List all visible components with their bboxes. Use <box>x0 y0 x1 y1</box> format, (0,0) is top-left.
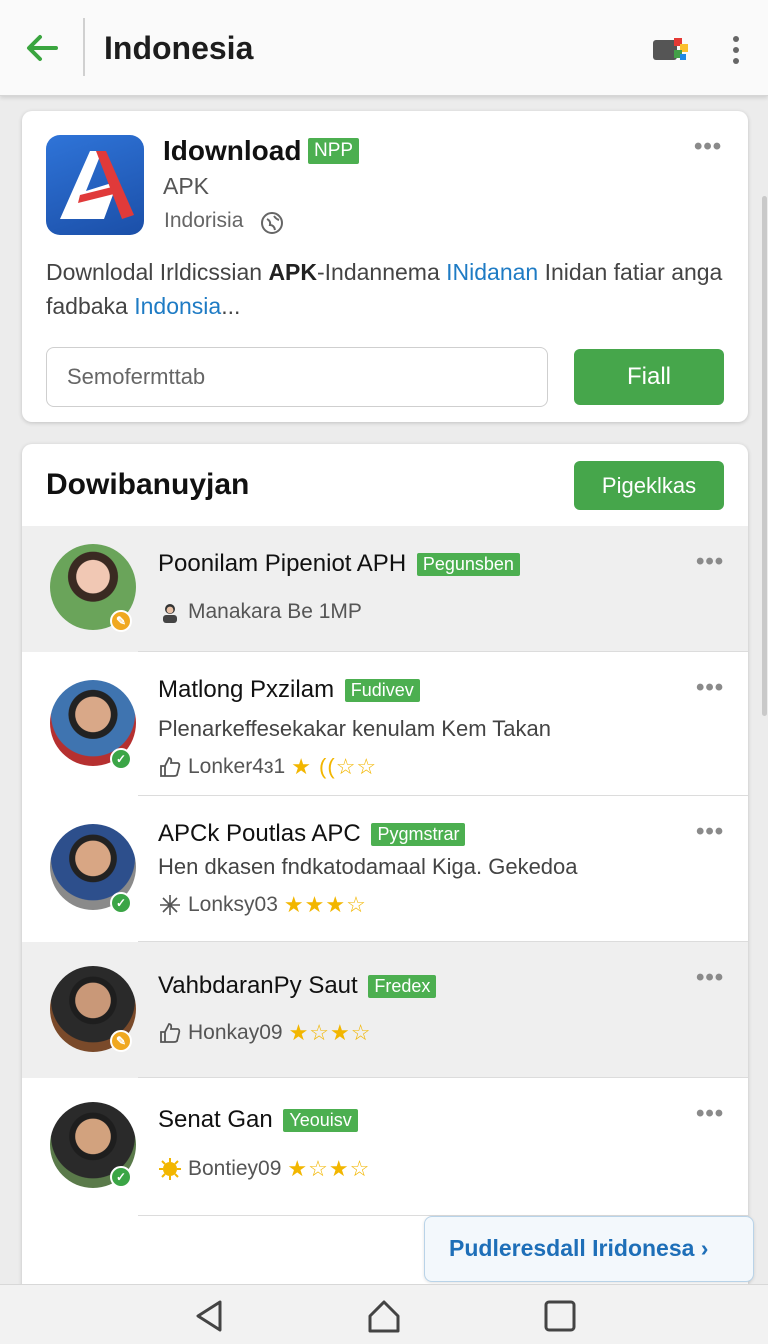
back-arrow-icon[interactable] <box>22 28 62 68</box>
rating-stars: ★★★☆ <box>283 892 367 917</box>
apps-icon[interactable] <box>652 36 690 64</box>
nav-recents-icon[interactable] <box>542 1298 578 1334</box>
item-meta: Honkay09 ★☆★☆ <box>158 1020 371 1046</box>
verified-check-icon: ✓ <box>110 1166 132 1188</box>
item-title: Poonilam Pipeniot APH Pegunsben <box>158 550 520 578</box>
item-meta: Manakara Be 1MP <box>158 600 362 624</box>
item-meta: Lonker4ɜ1 ★ ((☆☆ <box>158 754 377 780</box>
section-action-button[interactable]: Pigeklkas <box>574 461 724 510</box>
section-title: Dowibanuyjan <box>46 468 250 501</box>
list-item[interactable]: ✎ Poonilam Pipeniot APH Pegunsben Manaka… <box>22 526 748 652</box>
list-item[interactable]: ✎ VahbdaranPy Saut Fredex Honkay09 ★☆★☆ … <box>22 942 748 1078</box>
item-title: VahbdaranPy Saut Fredex <box>158 972 437 1000</box>
app-type: APK <box>163 173 210 199</box>
desc-text: -Indannema <box>317 259 447 285</box>
item-meta-text: Manakara Be 1MP <box>188 600 362 623</box>
search-input[interactable] <box>46 347 548 407</box>
desc-text: Downlodal Irldicssian <box>46 259 269 285</box>
item-subtitle: Plenarkeffesekakar kenulam Kem Takan <box>158 716 551 741</box>
app-card: Idownload NPP APK Indorisia ••• Downloda… <box>22 111 748 422</box>
item-name: Senat Gan <box>158 1106 273 1133</box>
thumbs-up-icon <box>160 1023 181 1043</box>
page-title: Indonesia <box>104 30 254 66</box>
item-tag: Fudivev <box>344 679 420 703</box>
person-icon <box>163 604 177 623</box>
item-more-icon[interactable]: ••• <box>696 1100 724 1128</box>
verified-badge-icon: ✎ <box>110 610 132 632</box>
verified-check-icon: ✓ <box>110 748 132 770</box>
item-meta-text: Lonksy03 <box>188 893 278 916</box>
globe-icon <box>261 212 283 234</box>
item-meta-text: Lonker4ɜ1 <box>188 755 286 778</box>
item-tag: Pygmstrar <box>371 823 466 847</box>
more-options-icon[interactable] <box>726 34 746 66</box>
item-meta-text: Bontiey09 <box>188 1157 282 1180</box>
rating-stars: ★ ((☆☆ <box>291 754 378 779</box>
desc-text: ... <box>221 293 241 319</box>
verified-check-icon: ✓ <box>110 892 132 914</box>
app-logo-icon[interactable] <box>46 135 144 235</box>
item-tag: Yeouisv <box>283 1109 358 1133</box>
app-name: Idownload <box>163 135 302 166</box>
item-more-icon[interactable]: ••• <box>696 548 724 576</box>
desc-bold: APK <box>268 259 317 285</box>
rating-stars: ★☆★☆ <box>288 1020 372 1045</box>
list-item[interactable]: ✓ Matlong Pxzilam Fudivev Plenarkeffesek… <box>22 652 748 796</box>
item-more-icon[interactable]: ••• <box>696 818 724 846</box>
find-button[interactable]: Fiall <box>574 349 724 405</box>
app-bar: Indonesia <box>0 0 768 96</box>
downloads-card: Dowibanuyjan Pigeklkas ✎ Poonilam Pipeni… <box>22 444 748 1304</box>
item-title: Senat Gan Yeouisv <box>158 1106 358 1134</box>
sun-badge-icon <box>159 1158 181 1180</box>
app-description: Downlodal Irldicssian APK-Indannema INid… <box>46 255 726 323</box>
item-name: Matlong Pxzilam <box>158 676 335 703</box>
item-name: APCk Poutlas APC <box>158 820 361 847</box>
system-nav-bar <box>0 1284 768 1344</box>
item-meta: Lonksy03 ★★★☆ <box>158 892 367 918</box>
item-title: Matlong Pxzilam Fudivev <box>158 676 420 704</box>
item-subtitle: Hen dkasen fndkatodamaal Kiga. Gekedoa <box>158 854 578 879</box>
item-title: APCk Poutlas APC Pygmstrar <box>158 820 466 848</box>
nav-back-icon[interactable] <box>192 1298 228 1334</box>
appbar-divider <box>83 18 85 76</box>
item-more-icon[interactable]: ••• <box>696 964 724 992</box>
item-meta: Bontiey09 ★☆★☆ <box>158 1156 370 1182</box>
rating-stars: ★☆★☆ <box>287 1156 371 1181</box>
desc-link[interactable]: Indonsia <box>134 293 221 319</box>
list-item[interactable]: ✓ Senat Gan Yeouisv Bontiey09 ★☆★☆ ••• <box>22 1078 748 1216</box>
item-tag: Pegunsben <box>416 553 520 577</box>
sparkle-icon <box>160 895 180 915</box>
nav-home-icon[interactable] <box>366 1298 402 1334</box>
verified-badge-icon: ✎ <box>110 1030 132 1052</box>
desc-link[interactable]: INidanan <box>446 259 538 285</box>
list-item[interactable]: ✓ APCk Poutlas APC Pygmstrar Hen dkasen … <box>22 796 748 942</box>
thumbs-up-icon <box>160 757 181 777</box>
item-tag: Fredex <box>368 975 437 999</box>
app-region: Indorisia <box>164 209 244 232</box>
item-name: VahbdaranPy Saut <box>158 972 358 999</box>
scrollbar[interactable] <box>762 196 767 716</box>
app-more-icon[interactable]: ••• <box>694 133 722 161</box>
item-name: Poonilam Pipeniot APH <box>158 550 407 577</box>
item-meta-text: Honkay09 <box>188 1021 283 1044</box>
item-more-icon[interactable]: ••• <box>696 674 724 702</box>
download-indonesia-link[interactable]: Pudleresdall Iridonesa › <box>424 1216 754 1282</box>
app-tag-badge: NPP <box>308 138 360 164</box>
